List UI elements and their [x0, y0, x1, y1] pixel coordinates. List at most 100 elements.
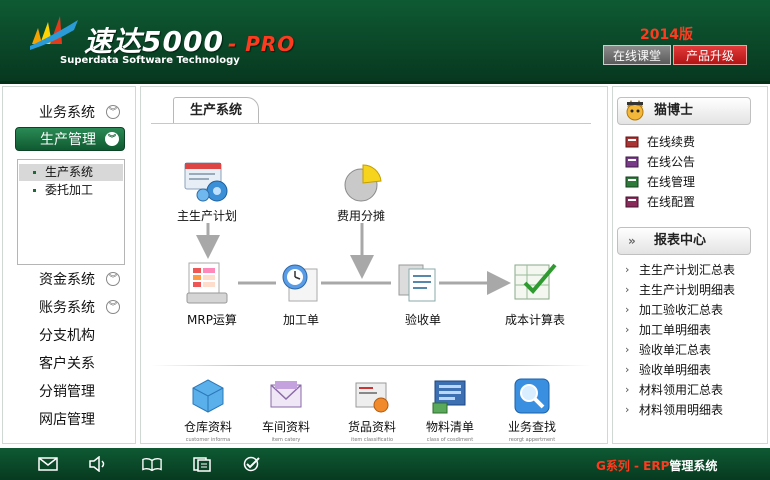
nav-item-webshop[interactable]: 网店管理: [3, 408, 135, 432]
cost-allocation-label[interactable]: 费用分摊: [337, 207, 385, 224]
shortcut-sublabel: class of cosdiment: [426, 437, 474, 443]
chevron-right-icon: ›: [625, 283, 630, 296]
master-plan-icon[interactable]: [183, 161, 233, 203]
footer-system: 管理系统: [669, 459, 718, 473]
book-icon: [625, 176, 639, 188]
documents-icon[interactable]: [192, 456, 212, 472]
footer-series: G系列 - ERP: [596, 459, 670, 473]
shortcut-search[interactable]: 业务查找 reorgt appertment: [497, 377, 567, 443]
nav-item-business[interactable]: 业务系统 ︾: [3, 101, 135, 125]
report-label: 材料领用明细表: [639, 403, 724, 417]
report-label: 主生产计划汇总表: [639, 263, 736, 277]
product-upgrade-button[interactable]: 产品升级: [673, 45, 747, 65]
nav-item-label: 业务系统: [39, 105, 95, 121]
report-label: 主生产计划明细表: [639, 283, 736, 297]
chevron-right-icon: ›: [625, 343, 630, 356]
production-subpanel: 生产系统 委托加工: [17, 159, 125, 265]
shortcut-workshop[interactable]: 车间资料 item catery: [251, 377, 321, 443]
cube-icon: [192, 379, 224, 413]
chevron-down-icon[interactable]: ︾: [106, 105, 120, 119]
report-center-title: 报表中心: [654, 233, 707, 248]
shortcut-label: 车间资料: [261, 420, 310, 434]
report-link[interactable]: › 验收单汇总表: [623, 341, 711, 359]
nav-item-label: 账务系统: [39, 300, 95, 316]
report-link[interactable]: › 加工验收汇总表: [623, 301, 723, 319]
receipt-label[interactable]: 验收单: [405, 311, 441, 328]
chevron-right-icon: ›: [625, 263, 630, 276]
clock-document-icon[interactable]: [279, 261, 323, 305]
report-label: 加工单明细表: [639, 323, 712, 337]
report-label: 材料领用汇总表: [639, 383, 724, 397]
checklist-icon[interactable]: [511, 259, 559, 305]
book-icon: [625, 136, 639, 148]
subnav-item-outsourcing[interactable]: 委托加工: [19, 182, 123, 199]
production-panel: 生产系统 主生产计划 费用分摊 MRP运算 加工单 验收单 成本计算表 仓库资料…: [140, 86, 608, 444]
report-link[interactable]: › 材料领用明细表: [623, 401, 723, 419]
report-link[interactable]: › 材料领用汇总表: [623, 381, 723, 399]
speaker-icon[interactable]: [88, 456, 108, 472]
chevron-right-icon: ›: [625, 363, 630, 376]
footer-brand: G系列 - ERP管理系统: [596, 457, 717, 474]
check-circle-icon[interactable]: [242, 456, 262, 472]
nav-item-label: 资金系统: [39, 272, 95, 288]
shortcut-label: 物料清单: [425, 420, 474, 434]
online-renew-link[interactable]: 在线续费: [625, 133, 695, 151]
nav-item-funds[interactable]: 资金系统 ︾: [3, 268, 135, 292]
nav-item-production[interactable]: 生产管理 ︾: [15, 127, 125, 151]
monitor-list-icon: [432, 380, 466, 414]
mrp-label[interactable]: MRP运算: [187, 311, 237, 328]
report-label: 验收单明细表: [639, 363, 712, 377]
cost-table-label[interactable]: 成本计算表: [505, 311, 565, 328]
nav-item-crm[interactable]: 客户关系: [3, 352, 135, 376]
shortcut-sublabel: reorgt appertment: [508, 437, 556, 443]
shortcut-sublabel: item catery: [271, 437, 301, 443]
shortcut-warehouse[interactable]: 仓库资料 customer informa: [173, 377, 243, 443]
mrp-icon[interactable]: [185, 259, 233, 307]
double-chevron-right-icon: »: [628, 234, 636, 248]
shortcut-label: 仓库资料: [183, 420, 232, 434]
right-panel: 猫博士 在线续费 在线公告 在线管理 在线配置 » 报表中心 › 主生产计划汇总表…: [612, 86, 768, 444]
open-book-icon[interactable]: [142, 456, 162, 472]
cat-mascot-icon: [626, 100, 644, 121]
tag-icon: [355, 382, 389, 413]
envelope-icon: [270, 381, 302, 408]
app-footer: G系列 - ERP管理系统: [0, 448, 770, 480]
chevron-down-icon[interactable]: ︾: [106, 300, 120, 314]
report-label: 加工验收汇总表: [639, 303, 724, 317]
online-class-button[interactable]: 在线课堂: [603, 45, 671, 65]
chevron-down-icon[interactable]: ︾: [106, 272, 120, 286]
brand-subtitle: Superdata Software Technology: [60, 55, 240, 66]
mail-icon[interactable]: [38, 456, 58, 472]
report-link[interactable]: › 主生产计划明细表: [623, 281, 735, 299]
report-center-header: » 报表中心: [617, 227, 751, 255]
report-link[interactable]: › 加工单明细表: [623, 321, 711, 339]
nav-item-branches[interactable]: 分支机构: [3, 324, 135, 348]
nav-item-distribution[interactable]: 分销管理: [3, 380, 135, 404]
report-link[interactable]: › 验收单明细表: [623, 361, 711, 379]
report-link[interactable]: › 主生产计划汇总表: [623, 261, 735, 279]
assistant-title: 猫博士: [654, 103, 694, 118]
link-label: 在线公告: [647, 155, 696, 169]
nav-item-accounting[interactable]: 账务系统 ︾: [3, 296, 135, 320]
logo-icon: [30, 16, 78, 50]
shortcut-bom[interactable]: 物料清单 class of cosdiment: [415, 377, 485, 443]
pro-suffix: - PRO: [227, 32, 296, 56]
online-config-link[interactable]: 在线配置: [625, 193, 695, 211]
master-plan-label[interactable]: 主生产计划: [177, 207, 237, 224]
shortcut-sublabel: customer informa: [185, 437, 231, 443]
shortcut-goods[interactable]: 货品资料 item classificatio: [337, 377, 407, 443]
online-notice-link[interactable]: 在线公告: [625, 153, 695, 171]
chevron-down-icon[interactable]: ︾: [105, 132, 119, 146]
report-label: 验收单汇总表: [639, 343, 712, 357]
receipt-folder-icon[interactable]: [395, 259, 441, 305]
magnifier-icon: [514, 378, 550, 414]
subnav-item-production-system[interactable]: 生产系统: [19, 164, 123, 181]
shortcut-label: 货品资料: [347, 420, 396, 434]
online-manage-link[interactable]: 在线管理: [625, 173, 695, 191]
shortcut-label: 业务查找: [507, 420, 556, 434]
process-order-label[interactable]: 加工单: [283, 311, 319, 328]
product-name: 速达5000- PRO: [84, 25, 296, 58]
book-icon: [625, 156, 639, 168]
pie-chart-icon[interactable]: [341, 163, 383, 203]
section-divider: [151, 365, 591, 366]
